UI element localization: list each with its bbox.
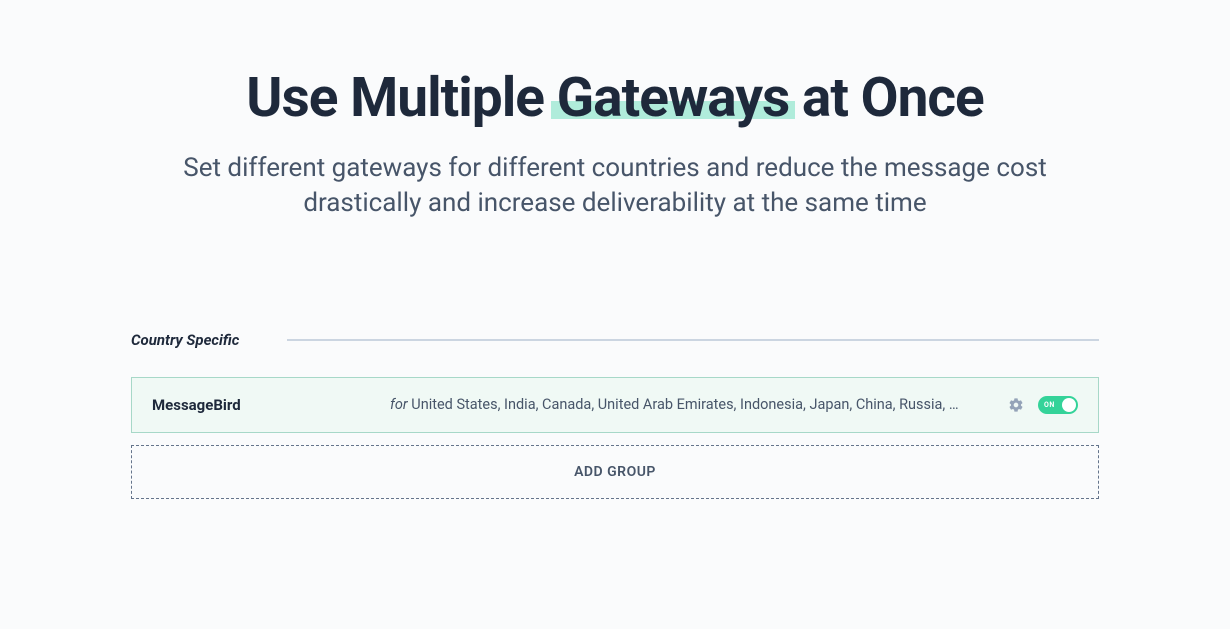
- gateway-row[interactable]: MessageBird for United States, India, Ca…: [131, 377, 1099, 433]
- add-group-label: ADD GROUP: [574, 464, 656, 480]
- heading-part1: Use Multiple: [246, 66, 556, 130]
- toggle-on-label: ON: [1044, 401, 1055, 409]
- section-header: Country Specific: [131, 331, 1099, 349]
- gateway-name: MessageBird: [152, 396, 390, 414]
- section-divider: [287, 339, 1099, 341]
- gateway-for-label: for: [390, 396, 408, 413]
- gateway-countries-list: United States, India, Canada, United Ara…: [411, 396, 960, 413]
- page-title: Use Multiple Gateways at Once: [0, 68, 1230, 129]
- heading-highlighted: Gateways: [557, 68, 790, 129]
- add-group-button[interactable]: ADD GROUP: [131, 445, 1099, 499]
- section-label: Country Specific: [131, 331, 239, 349]
- heading-part2: at Once: [789, 66, 984, 130]
- gear-icon[interactable]: [1008, 397, 1024, 413]
- toggle-knob: [1062, 398, 1076, 412]
- gateway-countries: for United States, India, Canada, United…: [390, 396, 960, 413]
- gateway-toggle[interactable]: ON: [1038, 396, 1078, 414]
- page-subtitle: Set different gateways for different cou…: [145, 151, 1085, 221]
